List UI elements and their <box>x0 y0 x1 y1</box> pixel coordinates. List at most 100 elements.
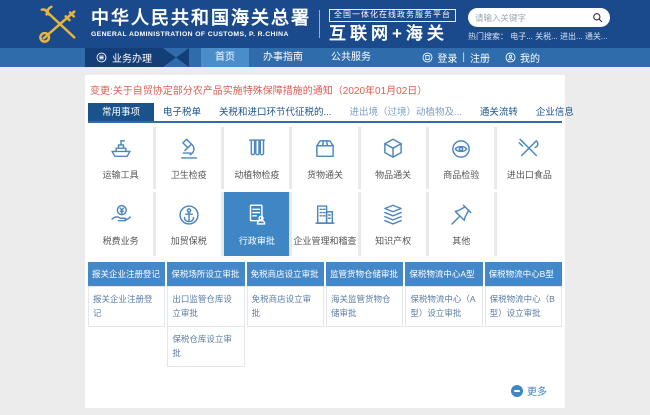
books-icon <box>380 202 406 228</box>
site-title-en: GENERAL ADMINISTRATION OF CUSTOMS, P. R.… <box>91 31 311 38</box>
announcement-link[interactable]: 变更:关于自贸协定部分农产品实施特殊保障措施的通知（2020年01月02日） <box>88 75 562 102</box>
ship-icon <box>108 136 134 162</box>
nav-right-group: 登录 | 注册 我的 <box>422 48 650 67</box>
grid-item[interactable]: 其他 <box>429 192 494 256</box>
grid-item[interactable]: 知识产权 <box>361 192 426 256</box>
subpanel-header[interactable]: 保税场所设立审批 <box>167 262 244 286</box>
login-icon[interactable] <box>422 52 433 63</box>
nav-tab-1[interactable]: 办事指南 <box>249 48 317 67</box>
my-account-group: 我的 <box>505 50 540 65</box>
grid-item[interactable]: 加贸保税 <box>156 192 221 256</box>
grid-item[interactable]: 税费业务 <box>88 192 153 256</box>
cutlery-icon <box>516 136 542 162</box>
hot-search-line[interactable]: 热门搜索： 电子... 关税... 进出... 通关... <box>468 31 610 42</box>
subpanel-column: 报关企业注册登记报关企业注册登记 <box>88 262 165 327</box>
register-link[interactable]: 注册 <box>470 50 490 65</box>
grid-item[interactable]: 企业管理和稽查 <box>292 192 357 256</box>
category-tabs: 常用事项电子税单关税和进口环节代征税的...进出境（过境）动植物及...通关流转… <box>88 103 562 123</box>
grid-item[interactable]: 卫生检疫 <box>156 127 221 189</box>
header-search-area: 热门搜索： 电子... 关税... 进出... 通关... <box>468 8 610 42</box>
grid-item-label: 税费业务 <box>103 234 139 247</box>
business-menu-button[interactable]: 业务办理 <box>85 48 163 67</box>
login-register-group: 登录 | 注册 <box>422 50 490 65</box>
inspection-eye-icon <box>448 136 474 162</box>
more-label: 更多 <box>527 383 547 398</box>
grid-item-label: 商品检验 <box>443 168 479 181</box>
nav-tab-2[interactable]: 公共服务 <box>317 48 385 67</box>
grid-item-label: 货物通关 <box>307 168 343 181</box>
login-separator: | <box>462 52 465 63</box>
subpanel-header[interactable]: 报关企业注册登记 <box>88 262 165 286</box>
subpanel-column: 保税物流中心A型保税物流中心（A型）设立审批 <box>405 262 482 327</box>
grid-item[interactable]: 货物通关 <box>292 127 357 189</box>
subpanel-item[interactable]: 海关监管货物仓储审批 <box>326 286 403 327</box>
subpanel-column: 保税场所设立审批出口监管仓库设立审批保税仓库设立审批 <box>167 262 244 367</box>
header-divider <box>319 10 320 38</box>
more-circle-icon <box>511 385 523 397</box>
grid-item-label: 企业管理和稽查 <box>293 234 356 247</box>
category-tab-4[interactable]: 通关流转 <box>471 103 527 121</box>
category-tab-1[interactable]: 电子税单 <box>154 103 210 121</box>
grid-item-label: 物品通关 <box>375 168 411 181</box>
site-title-cn: 中华人民共和国海关总署 <box>91 9 311 29</box>
platform-badge: 全国一体化在线政务服务平台 <box>329 9 456 22</box>
login-link[interactable]: 登录 <box>437 50 457 65</box>
grid-item[interactable]: 物品通关 <box>361 127 426 189</box>
search-icon[interactable] <box>592 12 603 23</box>
package-icon <box>312 136 338 162</box>
document-stamp-icon <box>244 202 270 228</box>
cube-icon <box>380 136 406 162</box>
main-nav: 业务办理 首页办事指南公共服务 登录 | 注册 我的 <box>0 48 650 67</box>
subpanel-item[interactable]: 保税仓库设立审批 <box>167 326 244 367</box>
subpanel-item[interactable]: 出口监管仓库设立审批 <box>167 286 244 327</box>
customs-key-logo <box>33 3 85 45</box>
grid-item[interactable]: 动植物检疫 <box>224 127 289 189</box>
grid-item-label: 其他 <box>452 234 470 247</box>
nav-tab-0[interactable]: 首页 <box>201 48 249 67</box>
icon-grid-row1: 运输工具 卫生检疫动植物检疫 货物通关 物品通关 商品检验 进出口食品 <box>88 127 562 189</box>
category-tab-3[interactable]: 进出境（过境）动植物及... <box>340 103 470 121</box>
top-header: 中华人民共和国海关总署 GENERAL ADMINISTRATION OF CU… <box>0 0 650 48</box>
grid-item[interactable]: 商品检验 <box>429 127 494 189</box>
subpanel-column: 保税物流中心B型保税物流中心（B型）设立审批 <box>485 262 562 327</box>
anchor-icon <box>176 202 202 228</box>
grid-item-label: 动植物检疫 <box>234 168 279 181</box>
test-tubes-icon <box>244 136 270 162</box>
category-tab-2[interactable]: 关税和进口环节代征税的... <box>210 103 340 121</box>
subpanel-header[interactable]: 监管货物仓储审批 <box>326 262 403 286</box>
bowtie-decoration <box>163 48 189 67</box>
subpanel-item[interactable]: 报关企业注册登记 <box>88 286 165 327</box>
buildings-icon <box>312 202 338 228</box>
site-title-block: 中华人民共和国海关总署 GENERAL ADMINISTRATION OF CU… <box>91 9 311 38</box>
grid-item-label: 行政审批 <box>239 234 275 247</box>
subpanel-item[interactable]: 保税物流中心（A型）设立审批 <box>405 286 482 327</box>
microscope-icon <box>176 136 202 162</box>
search-input[interactable] <box>475 13 592 23</box>
grid-item[interactable]: 进出口食品 <box>497 127 562 189</box>
subpanel-item[interactable]: 保税物流中心（B型）设立审批 <box>485 286 562 327</box>
grid-item-label: 运输工具 <box>103 168 139 181</box>
subpanel-header[interactable]: 免税商店设立审批 <box>247 262 324 286</box>
pushpin-icon <box>448 202 474 228</box>
hand-coin-icon <box>108 202 134 228</box>
search-box[interactable] <box>468 8 610 27</box>
icon-grid-row2: 税费业务 加贸保税 行政审批 企业管理和稽查 知识产权 其他 <box>88 192 562 256</box>
more-button[interactable]: 更多 <box>511 383 547 398</box>
category-tab-0[interactable]: 常用事项 <box>88 103 154 121</box>
person-icon[interactable] <box>505 52 516 63</box>
subpanel-header[interactable]: 保税物流中心A型 <box>405 262 482 286</box>
grid-item[interactable]: 行政审批 <box>224 192 289 256</box>
platform-name: 互联网+海关 <box>329 25 456 44</box>
my-account-link[interactable]: 我的 <box>520 50 540 65</box>
business-menu-label: 业务办理 <box>112 50 152 65</box>
hamburger-circle-icon <box>96 52 107 63</box>
content-card: 变更:关于自贸协定部分农产品实施特殊保障措施的通知（2020年01月02日） 常… <box>85 75 565 408</box>
grid-filler-cell <box>497 192 562 256</box>
subpanel-item[interactable]: 免税商店设立审批 <box>247 286 324 327</box>
grid-item-label: 加贸保税 <box>171 234 207 247</box>
grid-item-label: 知识产权 <box>375 234 411 247</box>
category-tab-5[interactable]: 企业信息 <box>527 103 583 121</box>
grid-item[interactable]: 运输工具 <box>88 127 153 189</box>
subpanel-header[interactable]: 保税物流中心B型 <box>485 262 562 286</box>
subpanel-column: 监管货物仓储审批海关监管货物仓储审批 <box>326 262 403 327</box>
